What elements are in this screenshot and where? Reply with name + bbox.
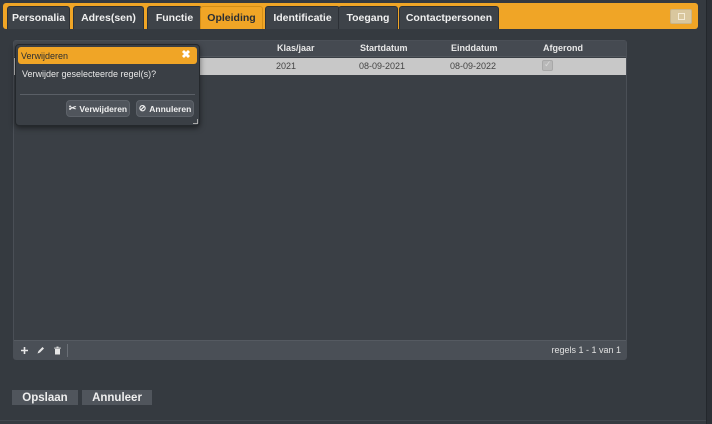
plus-icon[interactable] <box>18 344 31 357</box>
dialog-divider <box>20 94 195 95</box>
cell-klas-jaar: 2021 <box>276 61 297 71</box>
tab-personalia[interactable]: Personalia <box>7 6 70 29</box>
grid-footer: regels 1 - 1 van 1 <box>14 340 626 359</box>
dialog-title: Verwijderen <box>21 51 69 61</box>
dialog-title-bar[interactable]: Verwijderen ✖ <box>18 47 197 64</box>
column-header-einddatum[interactable]: Einddatum <box>451 43 498 53</box>
footer-separator <box>67 344 68 357</box>
tab-identificatie[interactable]: Identificatie <box>265 6 340 29</box>
afgerond-checkbox[interactable] <box>542 59 553 71</box>
column-header-startdatum[interactable]: Startdatum <box>360 43 408 53</box>
confirm-delete-button[interactable]: ✂ Verwijderen <box>66 100 130 117</box>
tab-adressen[interactable]: Adres(sen) <box>73 6 144 29</box>
window-edge <box>706 0 712 424</box>
cancel-button[interactable]: Annuleer <box>82 390 152 405</box>
tab-bar: Personalia Adres(sen) Functie Opleiding … <box>3 3 698 29</box>
tab-contactpersonen[interactable]: Contactpersonen <box>399 6 499 29</box>
cancel-icon: ⊘ <box>138 103 147 113</box>
close-icon[interactable]: ✖ <box>180 49 192 61</box>
dialog-message: Verwijder geselecteerde regel(s)? <box>22 69 157 79</box>
trash-icon[interactable] <box>51 344 64 357</box>
record-info: regels 1 - 1 van 1 <box>551 345 621 355</box>
column-header-afgerond[interactable]: Afgerond <box>543 43 583 53</box>
scissors-icon: ✂ <box>68 103 77 113</box>
cell-einddatum: 08-09-2022 <box>450 61 497 71</box>
pencil-icon[interactable] <box>34 344 47 357</box>
maximize-icon <box>677 13 685 20</box>
tab-toegang[interactable]: Toegang <box>338 6 398 29</box>
confirm-delete-label: Verwijderen <box>79 103 128 114</box>
tab-opleiding[interactable]: Opleiding <box>200 6 263 29</box>
resize-handle[interactable] <box>193 119 198 124</box>
cancel-dialog-label: Annuleren <box>149 103 192 114</box>
save-button[interactable]: Opslaan <box>12 390 78 405</box>
bottom-divider <box>0 420 706 421</box>
tab-functie[interactable]: Functie <box>147 6 202 29</box>
column-header-klas-jaar[interactable]: Klas/jaar <box>277 43 315 53</box>
delete-dialog: Verwijderen ✖ Verwijder geselecteerde re… <box>15 44 200 126</box>
maximize-button[interactable] <box>670 9 692 24</box>
cancel-dialog-button[interactable]: ⊘ Annuleren <box>136 100 194 117</box>
cell-startdatum: 08-09-2021 <box>359 61 406 71</box>
